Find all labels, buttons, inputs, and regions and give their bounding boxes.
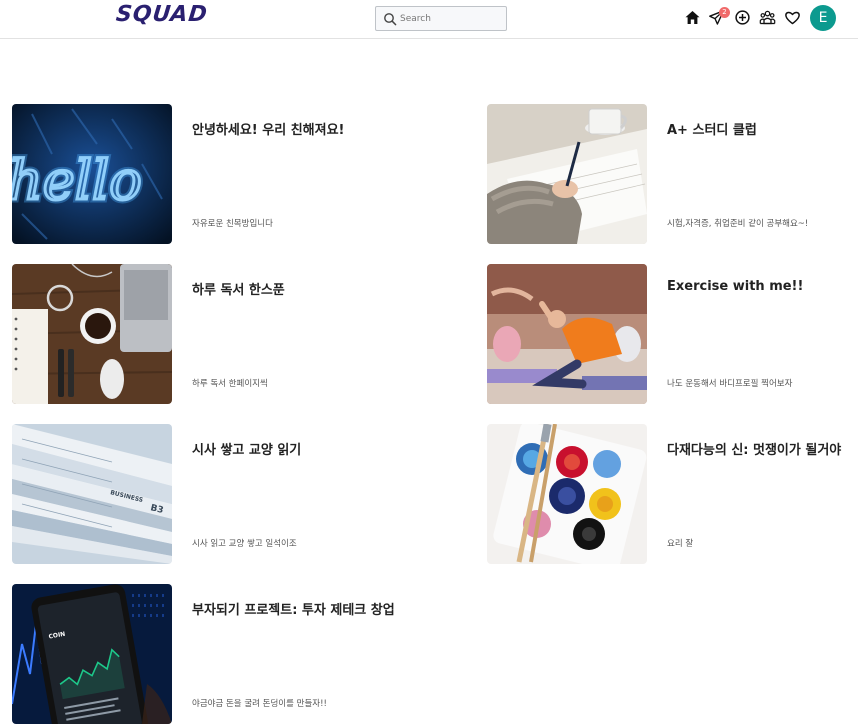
hand-writing-image: [487, 104, 647, 244]
search-icon: [384, 13, 397, 26]
group-description: 시사 읽고 교양 쌓고 일석이조: [192, 539, 297, 549]
group-description: 요리 잘: [667, 539, 694, 549]
group-thumbnail[interactable]: hello hello: [12, 104, 172, 244]
neon-hello-sign-image: hello hello: [12, 104, 172, 244]
group-card[interactable]: A+ 스터디 클럽 시험,자격증, 취업준비 같이 공부해요~!: [487, 104, 857, 244]
top-navbar: SQUAD 2 E: [0, 0, 858, 39]
group-title[interactable]: Exercise with me!!: [667, 279, 803, 294]
heart-icon[interactable]: [784, 9, 801, 26]
desk-coffee-image: [12, 264, 172, 404]
group-title[interactable]: A+ 스터디 클럽: [667, 119, 757, 138]
newspapers-image: BUSINESS B3: [12, 424, 172, 564]
group-card[interactable]: hello hello 안녕하세요! 우리 친해져요! 자유로운 친목방입니다: [12, 104, 382, 244]
plus-circle-icon[interactable]: [734, 9, 751, 26]
group-card[interactable]: 다재다능의 신: 멋쟁이가 될거야 요리 잘: [487, 424, 857, 564]
group-title[interactable]: 다재다능의 신: 멋쟁이가 될거야: [667, 439, 841, 458]
paint-palette-image: [487, 424, 647, 564]
group-thumbnail[interactable]: COIN: [12, 584, 172, 724]
group-card[interactable]: BUSINESS B3 시사 쌓고 교양 읽기 시사 읽고 교양 쌓고 일석이조: [12, 424, 382, 564]
group-title[interactable]: 시사 쌓고 교양 읽기: [192, 439, 301, 458]
svg-text:hello: hello: [12, 149, 142, 212]
group-thumbnail[interactable]: [487, 104, 647, 244]
group-card[interactable]: COIN 부자되기 프로젝트: 투자 제테크 창업 야금야금 돈을 굴려 돈덩이…: [12, 584, 395, 724]
group-description: 시험,자격증, 취업준비 같이 공부해요~!: [667, 219, 809, 229]
people-icon[interactable]: [759, 9, 776, 26]
group-card[interactable]: Exercise with me!! 나도 운동해서 바디프로필 찍어보자: [487, 264, 857, 404]
group-card[interactable]: 하루 독서 한스푼 하루 독서 한페이지씩: [12, 264, 382, 404]
group-title[interactable]: 하루 독서 한스푼: [192, 279, 285, 298]
user-avatar[interactable]: E: [810, 5, 836, 31]
stock-phone-image: COIN: [12, 584, 172, 724]
yoga-class-image: [487, 264, 647, 404]
notification-badge: 2: [719, 7, 730, 18]
group-thumbnail[interactable]: [12, 264, 172, 404]
group-title[interactable]: 안녕하세요! 우리 친해져요!: [192, 119, 344, 138]
group-description: 야금야금 돈을 굴려 돈덩이를 만들자!!: [192, 699, 327, 709]
group-description: 나도 운동해서 바디프로필 찍어보자: [667, 379, 793, 389]
group-thumbnail[interactable]: [487, 424, 647, 564]
search-box[interactable]: [375, 6, 507, 31]
squad-logo[interactable]: SQUAD: [115, 2, 209, 27]
group-thumbnail[interactable]: BUSINESS B3: [12, 424, 172, 564]
group-thumbnail[interactable]: [487, 264, 647, 404]
home-icon[interactable]: [684, 9, 701, 26]
search-input[interactable]: [400, 10, 500, 27]
group-description: 하루 독서 한페이지씩: [192, 379, 268, 389]
group-description: 자유로운 친목방입니다: [192, 219, 273, 229]
group-title[interactable]: 부자되기 프로젝트: 투자 제테크 창업: [192, 599, 395, 618]
